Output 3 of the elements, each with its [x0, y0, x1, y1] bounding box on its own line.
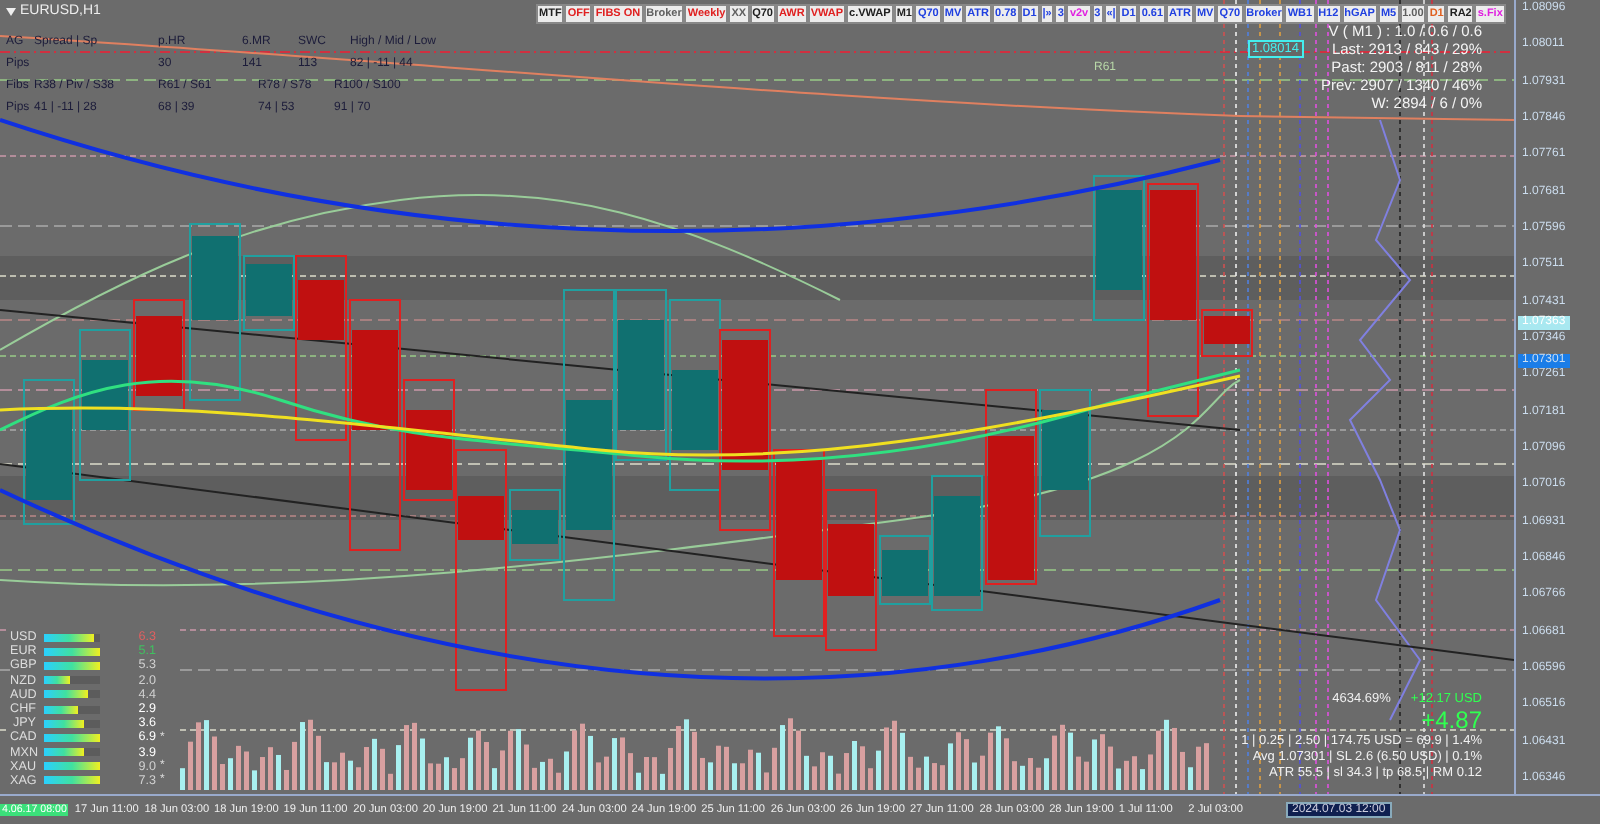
- candle: [133, 299, 185, 411]
- dropdown-icon[interactable]: [6, 7, 16, 15]
- pips-value: +4.87: [1421, 708, 1482, 734]
